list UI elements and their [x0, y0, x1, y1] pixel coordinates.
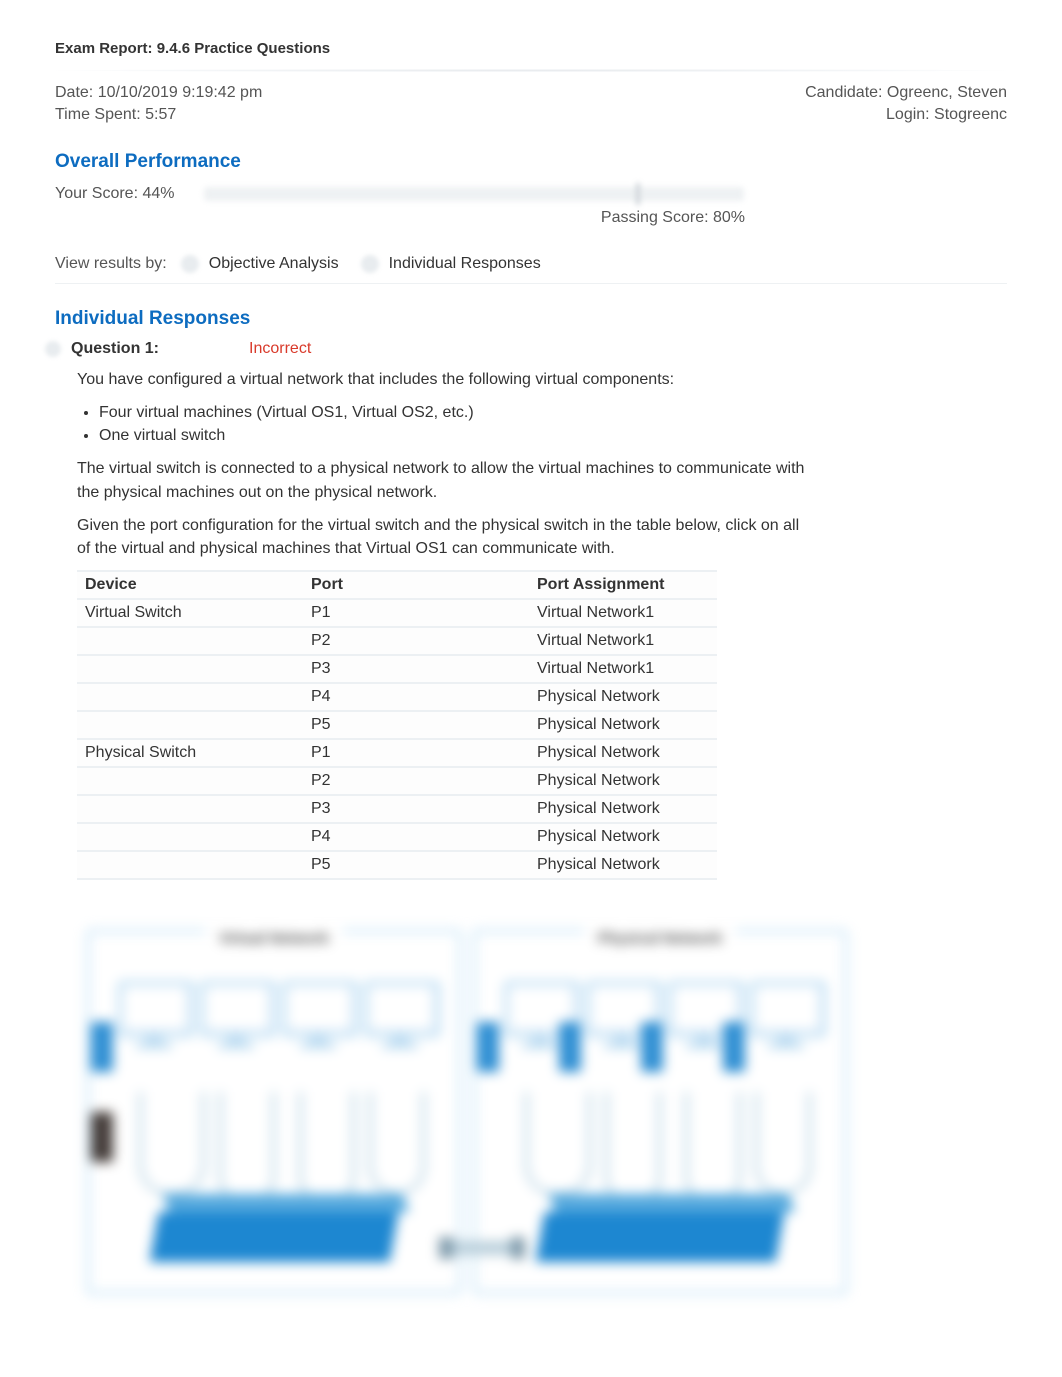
- cell-device: [77, 711, 303, 739]
- cell-device: [77, 795, 303, 823]
- meta-row: Date: 10/10/2019 9:19:42 pm Time Spent: …: [55, 82, 1007, 127]
- table-row: P2Virtual Network1: [77, 627, 717, 655]
- table-row: P3Virtual Network1: [77, 655, 717, 683]
- cell-port: P5: [303, 711, 529, 739]
- individual-responses-heading: Individual Responses: [55, 308, 1007, 330]
- cell-device: [77, 823, 303, 851]
- q1-bullet-0: Four virtual machines (Virtual OS1, Virt…: [99, 401, 807, 424]
- cell-port: P2: [303, 767, 529, 795]
- cell-device: [77, 627, 303, 655]
- cell-port: P1: [303, 599, 529, 627]
- cell-assignment: Physical Network: [529, 851, 717, 879]
- table-row: P4Physical Network: [77, 823, 717, 851]
- table-row: P5Physical Network: [77, 711, 717, 739]
- cell-port: P4: [303, 683, 529, 711]
- cell-assignment: Physical Network: [529, 767, 717, 795]
- option-objective-analysis[interactable]: Objective Analysis: [209, 255, 339, 273]
- diagram-left-title: Virtual Network: [205, 930, 343, 947]
- passing-score-label: Passing Score: 80%: [55, 209, 785, 227]
- q1-para2: The virtual switch is connected to a phy…: [77, 457, 807, 503]
- diagram-right-title: Physical Network: [584, 930, 736, 947]
- question-header: Question 1: Incorrect: [45, 340, 1007, 358]
- table-row: P5Physical Network: [77, 851, 717, 879]
- cell-assignment: Physical Network: [529, 739, 717, 767]
- port-table: Device Port Port Assignment Virtual Swit…: [77, 570, 717, 880]
- table-row: P3Physical Network: [77, 795, 717, 823]
- cell-device: [77, 851, 303, 879]
- cell-assignment: Physical Network: [529, 823, 717, 851]
- table-row: Physical SwitchP1Physical Network: [77, 739, 717, 767]
- virtual-switch-icon: [150, 1212, 399, 1262]
- view-results-label: View results by:: [55, 255, 167, 273]
- q1-bullet-1: One virtual switch: [99, 424, 807, 447]
- question-status: Incorrect: [249, 340, 311, 358]
- radio-individual[interactable]: [361, 255, 379, 273]
- q1-para3: Given the port configuration for the vir…: [77, 514, 807, 560]
- view-results-filter: View results by: Objective Analysis Indi…: [55, 255, 1007, 284]
- cell-assignment: Physical Network: [529, 711, 717, 739]
- login-label: Login: Stogreenc: [805, 104, 1007, 126]
- time-spent-label: Time Spent: 5:57: [55, 104, 262, 126]
- cell-device: [77, 767, 303, 795]
- question-expand-icon[interactable]: [45, 341, 61, 357]
- your-score-label: Your Score: 44%: [55, 185, 174, 203]
- candidate-label: Candidate: Ogreenc, Steven: [805, 82, 1007, 104]
- cell-port: P4: [303, 823, 529, 851]
- cell-assignment: Physical Network: [529, 683, 717, 711]
- date-label: Date: 10/10/2019 9:19:42 pm: [55, 82, 262, 104]
- report-title: Exam Report: 9.4.6 Practice Questions: [55, 40, 1007, 57]
- th-assignment: Port Assignment: [529, 571, 717, 599]
- cell-assignment: Virtual Network1: [529, 599, 717, 627]
- switch-link: [447, 1241, 517, 1255]
- cell-assignment: Physical Network: [529, 795, 717, 823]
- cell-device: Physical Switch: [77, 739, 303, 767]
- cell-port: P1: [303, 739, 529, 767]
- cell-device: Virtual Switch: [77, 599, 303, 627]
- network-diagram[interactable]: Virtual Network Physical Network: [77, 910, 857, 1310]
- score-row: Your Score: 44%: [55, 183, 1007, 205]
- th-device: Device: [77, 571, 303, 599]
- cell-device: [77, 655, 303, 683]
- overall-performance-heading: Overall Performance: [55, 151, 1007, 173]
- cell-port: P2: [303, 627, 529, 655]
- q1-bullets: Four virtual machines (Virtual OS1, Virt…: [99, 401, 807, 447]
- cell-port: P3: [303, 795, 529, 823]
- question-body: You have configured a virtual network th…: [77, 368, 807, 1310]
- table-row: P4Physical Network: [77, 683, 717, 711]
- th-port: Port: [303, 571, 529, 599]
- cell-device: [77, 683, 303, 711]
- physical-switch-icon: [536, 1212, 785, 1262]
- cell-port: P3: [303, 655, 529, 683]
- table-row: Virtual SwitchP1Virtual Network1: [77, 599, 717, 627]
- cell-assignment: Virtual Network1: [529, 655, 717, 683]
- q1-intro: You have configured a virtual network th…: [77, 368, 807, 391]
- option-individual-responses[interactable]: Individual Responses: [389, 255, 541, 273]
- cell-assignment: Virtual Network1: [529, 627, 717, 655]
- radio-objective[interactable]: [181, 255, 199, 273]
- question-number: Question 1:: [71, 340, 159, 358]
- score-bar: [204, 183, 744, 205]
- table-row: P2Physical Network: [77, 767, 717, 795]
- cell-port: P5: [303, 851, 529, 879]
- divider: [45, 69, 1017, 72]
